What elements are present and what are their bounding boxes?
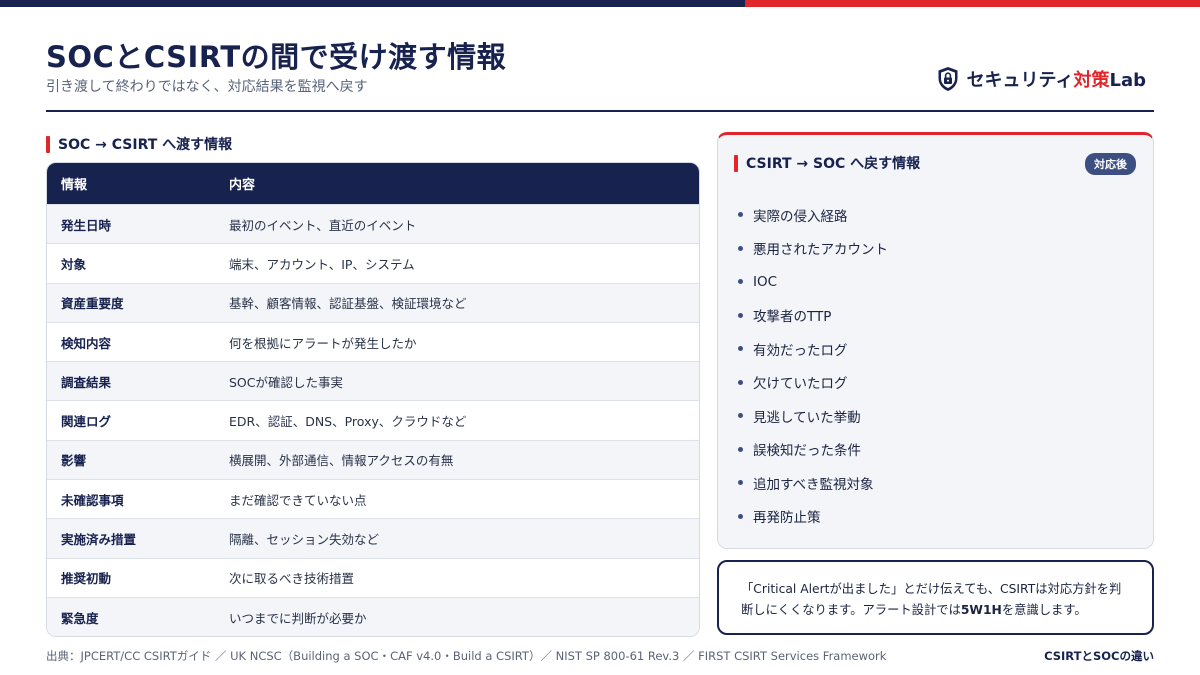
column-header-content: 内容 [229, 178, 256, 193]
row-label: 緊急度 [61, 610, 99, 626]
list-item: 再発防止策 [738, 500, 888, 534]
row-label: 対象 [61, 256, 87, 272]
row-content: 端末、アカウント、IP、システム [229, 256, 415, 272]
bullet-icon [738, 379, 743, 385]
table-row: 調査結果 SOCが確認した事実 [47, 361, 699, 401]
table-row: 影響 横展開、外部通信、情報アクセスの有無 [47, 439, 699, 480]
list-item-text: 見逃していた挙動 [753, 409, 861, 426]
row-content: 基幹、顧客情報、認証基盤、検証環境など [229, 296, 467, 312]
panel-heading-text: CSIRT → SOC へ戻す情報 [746, 156, 921, 172]
shield-lock-icon [938, 67, 958, 91]
list-item: 見逃していた挙動 [738, 399, 888, 433]
note-emphasis: 5W1H [960, 603, 1002, 617]
list-item-text: 再発防止策 [753, 510, 821, 527]
row-label: 調査結果 [61, 374, 112, 390]
row-label: 発生日時 [61, 217, 112, 233]
callout-note: 「Critical Alertが出ました」とだけ伝えても、CSIRTは対応方針を… [717, 560, 1154, 635]
row-content: 横展開、外部通信、情報アクセスの有無 [229, 453, 454, 469]
bullet-icon [738, 245, 743, 251]
list-item: 誤検知だった条件 [738, 433, 888, 467]
bullet-icon [738, 413, 743, 419]
bullet-icon [738, 513, 743, 519]
footer-page-label: CSIRTとSOCの違い [1044, 649, 1154, 663]
brand-name: セキュリティ対策Lab [967, 66, 1146, 92]
row-content: 隔離、セッション失効など [229, 532, 380, 548]
bullet-icon [738, 312, 743, 318]
bullet-icon [738, 279, 743, 285]
list-item-text: 悪用されたアカウント [753, 242, 888, 259]
list-item-text: 追加すべき監視対象 [753, 476, 874, 493]
row-content: EDR、認証、DNS、Proxy、クラウドなど [229, 414, 467, 430]
heading-accent-bar [734, 154, 738, 172]
list-item-text: 欠けていたログ [753, 376, 848, 393]
row-content: SOCが確認した事実 [229, 374, 344, 390]
row-label: 実施済み措置 [61, 532, 137, 548]
row-content: 次に取るべき技術措置 [229, 571, 355, 587]
page-title: SOCとCSIRTの間で受け渡す情報 [46, 40, 507, 74]
table-row: 対象 端末、アカウント、IP、システム [47, 243, 699, 283]
bullet-icon [738, 480, 743, 486]
table-header: 情報 内容 [47, 163, 699, 204]
list-item: 悪用されたアカウント [738, 232, 888, 266]
row-content: いつまでに判断が必要か [229, 610, 367, 626]
table-row: 発生日時 最初のイベント、直近のイベント [47, 204, 699, 244]
list-item: 攻撃者のTTP [738, 299, 888, 333]
feedback-list: 実際の侵入経路 悪用されたアカウント IOC 攻撃者のTTP 有効だったログ 欠… [738, 198, 888, 533]
table-row: 実施済み措置 隔離、セッション失効など [47, 518, 699, 558]
top-accent-red [745, 0, 1200, 7]
list-item-text: 攻撃者のTTP [753, 309, 832, 326]
table-row: 未確認事項 まだ確認できていない点 [47, 479, 699, 519]
row-content: 何を根拠にアラートが発生したか [229, 335, 417, 351]
list-item-text: 有効だったログ [753, 342, 848, 359]
bullet-icon [738, 212, 743, 218]
list-item: 有効だったログ [738, 332, 888, 366]
bullet-icon [738, 346, 743, 352]
row-label: 資産重要度 [61, 296, 124, 312]
feedback-panel: CSIRT → SOC へ戻す情報 対応後 実際の侵入経路 悪用されたアカウント… [717, 132, 1154, 549]
list-item-text: 実際の侵入経路 [753, 208, 848, 225]
list-item: 実際の侵入経路 [738, 198, 888, 232]
row-label: 未確認事項 [61, 492, 124, 508]
list-item: 追加すべき監視対象 [738, 466, 888, 500]
table-row: 関連ログ EDR、認証、DNS、Proxy、クラウドなど [47, 400, 699, 440]
table-row: 推奨初動 次に取るべき技術措置 [47, 557, 699, 597]
top-accent-bar [0, 0, 1200, 7]
row-label: 検知内容 [61, 335, 112, 351]
table-row: 検知内容 何を根拠にアラートが発生したか [47, 321, 699, 362]
table-row: 資産重要度 基幹、顧客情報、認証基盤、検証環境など [47, 282, 699, 322]
panel-heading: CSIRT → SOC へ戻す情報 [734, 153, 920, 173]
row-label: 関連ログ [61, 414, 112, 430]
table-body: 発生日時 最初のイベント、直近のイベント 対象 端末、アカウント、IP、システム 資… [47, 204, 699, 637]
top-accent-navy [0, 0, 745, 7]
list-item: 欠けていたログ [738, 366, 888, 400]
column-header-info: 情報 [61, 178, 88, 193]
brand-name-prefix: セキュリティ [966, 70, 1074, 91]
handover-table: 情報 内容 発生日時 最初のイベント、直近のイベント 対象 端末、アカウント、IP、… [46, 162, 700, 638]
left-section-heading-text: SOC → CSIRT へ渡す情報 [58, 137, 233, 153]
page-subtitle: 引き渡して終わりではなく、対応結果を監視へ戻す [46, 79, 368, 95]
status-badge: 対応後 [1085, 153, 1136, 175]
brand-name-suffix: Lab [1109, 70, 1146, 91]
heading-accent-bar [46, 135, 50, 153]
row-label: 推奨初動 [61, 571, 112, 587]
left-section-heading: SOC → CSIRT へ渡す情報 [46, 134, 232, 154]
list-item-text: IOC [753, 273, 778, 290]
source-citation: 出典：JPCERT/CC CSIRTガイド ／ UK NCSC（Building… [46, 649, 887, 663]
note-text-part2: を意識します。 [1001, 603, 1087, 617]
bullet-icon [738, 446, 743, 452]
header-divider [46, 110, 1154, 112]
row-content: 最初のイベント、直近のイベント [229, 217, 417, 233]
table-row: 緊急度 いつまでに判断が必要か [47, 596, 699, 637]
brand-name-accent: 対策 [1073, 70, 1110, 91]
row-content: まだ確認できていない点 [229, 492, 367, 508]
row-label: 影響 [61, 453, 87, 469]
list-item: IOC [738, 265, 888, 299]
list-item-text: 誤検知だった条件 [753, 443, 861, 460]
brand-logo: セキュリティ対策Lab [937, 66, 1146, 92]
